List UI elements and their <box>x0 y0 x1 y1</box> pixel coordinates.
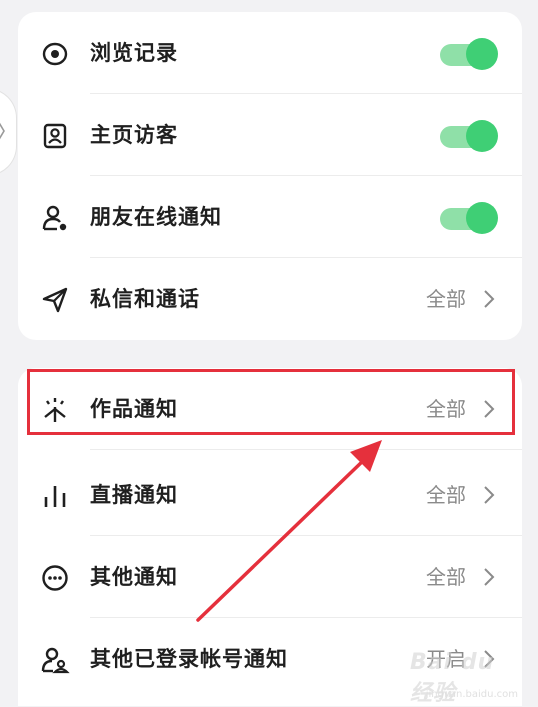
chevron-right-icon <box>482 288 496 310</box>
setting-value: 全部 <box>426 483 466 507</box>
setting-row-messages-calls[interactable]: 私信和通话 全部 <box>18 258 522 340</box>
profile-visitors-toggle[interactable] <box>440 118 498 152</box>
accounts-icon <box>40 645 70 675</box>
send-icon <box>40 285 70 315</box>
friend-online-toggle[interactable] <box>440 200 498 234</box>
setting-row-friend-online[interactable]: 朋友在线通知 <box>18 176 522 258</box>
setting-label: 直播通知 <box>90 483 178 507</box>
setting-row-profile-visitors[interactable]: 主页访客 <box>18 94 522 176</box>
profile-card-icon <box>40 121 70 151</box>
settings-card-privacy: 浏览记录 主页访客 朋友在线通知 私信和通话 全部 <box>18 12 522 340</box>
setting-label: 其他已登录帐号通知 <box>90 647 288 671</box>
setting-row-browsing-history[interactable]: 浏览记录 <box>18 12 522 94</box>
setting-row-other-notification[interactable]: 其他通知 全部 <box>18 536 522 618</box>
setting-row-live-notification[interactable]: 直播通知 全部 <box>18 454 522 536</box>
setting-label: 主页访客 <box>90 123 178 147</box>
annotation-highlight-box <box>27 369 515 435</box>
eye-icon <box>40 39 70 69</box>
chevron-right-icon <box>0 122 5 140</box>
bars-icon <box>40 481 70 511</box>
setting-value: 全部 <box>426 287 466 311</box>
chevron-right-icon <box>482 484 496 506</box>
setting-label: 朋友在线通知 <box>90 205 222 229</box>
setting-label: 浏览记录 <box>90 41 178 65</box>
more-circle-icon <box>40 563 70 593</box>
person-online-icon <box>40 203 70 233</box>
side-drawer-tab[interactable] <box>0 88 17 176</box>
watermark-sub: jingyan.baidu.com <box>425 689 518 700</box>
browsing-history-toggle[interactable] <box>440 36 498 70</box>
chevron-right-icon <box>482 566 496 588</box>
setting-label: 其他通知 <box>90 565 178 589</box>
setting-value: 全部 <box>426 565 466 589</box>
watermark-logo: Bai du 经验 jingyan.baidu.com <box>410 650 520 706</box>
setting-label: 私信和通话 <box>90 287 200 311</box>
